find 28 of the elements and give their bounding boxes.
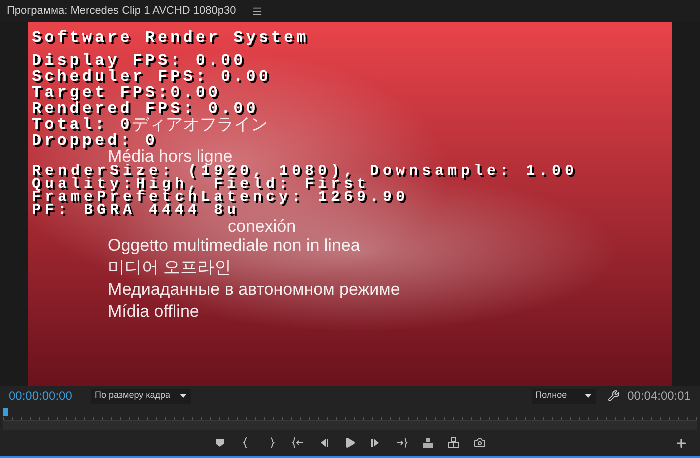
offline-message: Mídia offline bbox=[108, 304, 200, 320]
offline-message: ディアオフライン bbox=[132, 117, 268, 133]
stats-line: Target FPS:0.00 bbox=[32, 85, 222, 101]
stats-line: PF: BGRA 4444 8u bbox=[32, 204, 240, 217]
current-timecode[interactable]: 00:00:00:00 bbox=[9, 387, 81, 405]
caret-icon bbox=[584, 394, 592, 398]
stats-line: Quality:High, Field: First bbox=[32, 178, 370, 191]
quality-dropdown[interactable]: Полное bbox=[532, 388, 596, 404]
offline-message: conexión bbox=[228, 219, 296, 235]
scrollbar[interactable] bbox=[3, 421, 697, 430]
panel-title: Программа: Mercedes Clip 1 AVCHD 1080p30 bbox=[7, 4, 236, 19]
stats-line: RenderSize: (1920, 1080), Downsample: 1.00 bbox=[32, 165, 578, 178]
offline-message: 미디어 오프라인 bbox=[108, 260, 232, 276]
stats-line: Rendered FPS: 0.00 bbox=[32, 101, 259, 117]
caret-icon bbox=[180, 394, 187, 398]
zoom-dropdown[interactable]: По размеру кадра bbox=[91, 388, 191, 404]
duration-timecode: 00:04:00:01 bbox=[628, 388, 691, 405]
offline-message: Oggetto multimediale non in linea bbox=[108, 238, 360, 254]
stats-line: Scheduler FPS: 0.00 bbox=[32, 69, 272, 85]
stats-line: FramePrefetchLatency: 1269.90 bbox=[32, 191, 410, 204]
settings-icon[interactable] bbox=[608, 390, 620, 402]
stats-line: Total: 0 bbox=[32, 117, 133, 133]
stats-title: Software Render System bbox=[32, 28, 310, 48]
menu-icon[interactable] bbox=[252, 6, 264, 16]
stats-line: Display FPS: 0.00 bbox=[32, 53, 246, 69]
offline-message: Média hors ligne bbox=[108, 149, 233, 165]
offline-message: Медиаданные в автономном режиме bbox=[108, 282, 400, 298]
stats-line: Dropped: 0 bbox=[32, 133, 158, 149]
